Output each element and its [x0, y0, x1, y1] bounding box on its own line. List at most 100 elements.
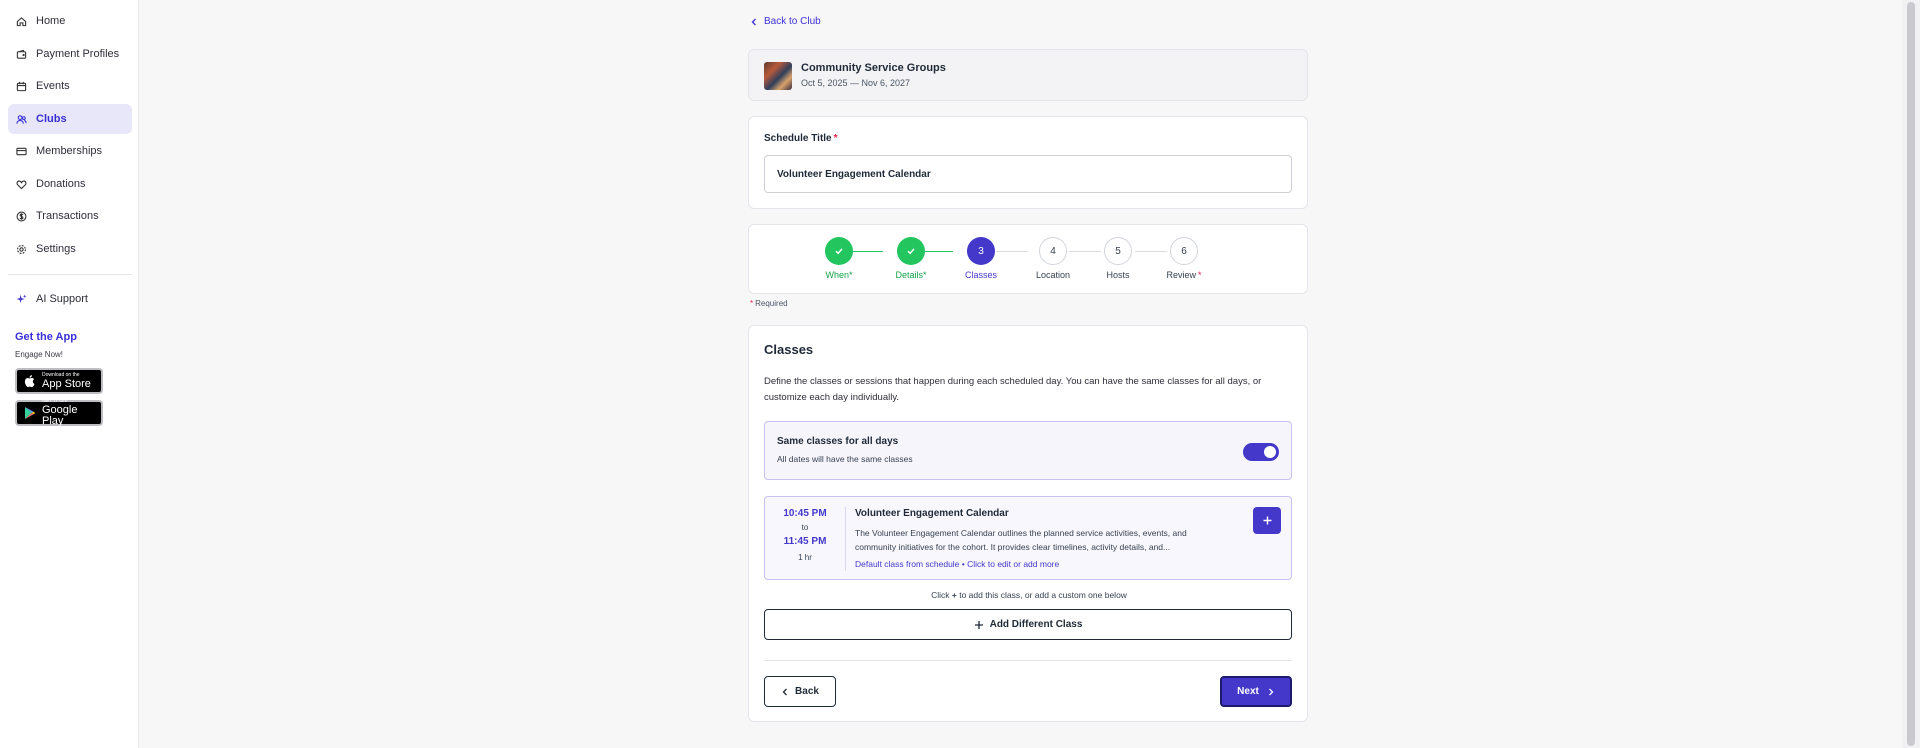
section-divider: [764, 660, 1292, 661]
app-store-small-text: Download on the: [42, 371, 80, 378]
sidebar-divider: [8, 274, 132, 275]
get-app-subtitle: Engage Now!: [15, 350, 64, 359]
chevron-right-icon: [1268, 688, 1274, 695]
classes-description: Define the classes or sessions that happ…: [764, 376, 1262, 403]
google-play-big-text: Google Play: [42, 404, 78, 427]
sidebar-item-home[interactable]: Home: [8, 6, 132, 36]
step-location[interactable]: 4 Location: [1023, 237, 1083, 280]
schedule-title-input[interactable]: Volunteer Engagement Calendar: [764, 155, 1292, 193]
step-label: Classes: [964, 270, 997, 280]
ai-support-label: AI Support: [36, 293, 88, 305]
class-duration: 1 hr: [798, 553, 812, 562]
sidebar-item-label: Settings: [36, 243, 76, 255]
users-icon: [16, 114, 27, 125]
step-label: Hosts: [1106, 270, 1130, 280]
apple-icon: [23, 374, 37, 388]
step-label: Details*: [895, 270, 927, 280]
app-store-big-text: App Store: [42, 377, 91, 390]
add-class-hint: Click + to add this class, or add a cust…: [931, 590, 1127, 600]
step-details[interactable]: Details*: [881, 237, 941, 280]
add-different-class-button[interactable]: Add Different Class: [764, 609, 1292, 640]
check-icon: [897, 237, 925, 265]
sidebar-item-label: Home: [36, 15, 66, 27]
toggle-knob: [1264, 446, 1276, 458]
wallet-icon: [16, 49, 27, 60]
step-number: 6: [1170, 237, 1198, 265]
class-end-time: 11:45 PM: [783, 536, 827, 547]
chevron-left-icon: [751, 18, 756, 25]
next-button[interactable]: Next: [1220, 676, 1292, 707]
sidebar-item-events[interactable]: Events: [8, 71, 132, 101]
class-divider: [845, 507, 846, 571]
sidebar: Home Payment Profiles Events Clubs Membe…: [0, 0, 139, 748]
step-when[interactable]: When*: [809, 237, 869, 280]
sidebar-item-memberships[interactable]: Memberships: [8, 136, 132, 166]
same-classes-subtitle: All dates will have the same classes: [777, 454, 913, 464]
sidebar-item-label: Donations: [36, 178, 86, 190]
sidebar-item-label: Clubs: [36, 113, 67, 125]
home-icon: [16, 16, 27, 27]
next-label: Next: [1237, 686, 1259, 697]
step-review[interactable]: 6 Review *: [1154, 237, 1214, 280]
class-item[interactable]: 10:45 PM to 11:45 PM 1 hr Volunteer Enga…: [764, 496, 1292, 580]
step-hosts[interactable]: 5 Hosts: [1088, 237, 1148, 280]
plus-icon: [1263, 516, 1271, 525]
sidebar-item-settings[interactable]: Settings: [8, 234, 132, 264]
add-different-class-label: Add Different Class: [989, 619, 1083, 630]
step-classes[interactable]: 3 Classes: [951, 237, 1011, 280]
back-to-club-link[interactable]: Back to Club: [750, 16, 821, 27]
sidebar-item-payment-profiles[interactable]: Payment Profiles: [8, 39, 132, 69]
classes-section: Classes Define the classes or sessions t…: [748, 325, 1308, 722]
class-time-separator: to: [801, 523, 809, 532]
step-label: When*: [825, 270, 853, 280]
gear-icon: [16, 244, 27, 255]
step-progress: When* Details* 3 Classes 4 Location 5 Ho…: [748, 224, 1308, 294]
same-classes-toggle[interactable]: [1243, 443, 1279, 461]
class-name: Volunteer Engagement Calendar: [855, 508, 1009, 519]
club-thumbnail: [764, 62, 792, 90]
get-app-title: Get the App: [15, 331, 77, 343]
page-scrollbar[interactable]: [1902, 0, 1920, 748]
schedule-title-label: Schedule Title *: [764, 133, 838, 144]
same-classes-option: Same classes for all days All dates will…: [764, 421, 1292, 480]
class-edit-link[interactable]: Default class from schedule • Click to e…: [855, 559, 1059, 569]
check-icon: [825, 237, 853, 265]
club-dates: Oct 5, 2025 — Nov 6, 2027: [801, 78, 911, 88]
sidebar-item-clubs[interactable]: Clubs: [8, 104, 132, 134]
class-description: The Volunteer Engagement Calendar outlin…: [855, 528, 1187, 552]
sidebar-item-label: Memberships: [36, 145, 103, 157]
required-note: * Required: [750, 299, 788, 308]
dollar-icon: [16, 211, 27, 222]
classes-title: Classes: [764, 342, 814, 357]
same-classes-title: Same classes for all days: [777, 436, 899, 447]
club-name: Community Service Groups: [801, 62, 946, 74]
google-play-badge[interactable]: GET IT ON Google Play: [15, 399, 103, 427]
plus-icon: [974, 620, 983, 629]
step-number: 5: [1104, 237, 1132, 265]
sparkle-icon: [16, 293, 27, 305]
ai-support-link[interactable]: AI Support: [16, 293, 88, 305]
schedule-title-card: Schedule Title * Volunteer Engagement Cal…: [748, 116, 1308, 209]
sidebar-item-label: Transactions: [36, 210, 99, 222]
sidebar-item-transactions[interactable]: Transactions: [8, 201, 132, 231]
app-store-badge[interactable]: Download on the App Store: [15, 368, 103, 394]
class-start-time: 10:45 PM: [783, 508, 827, 519]
card-icon: [16, 146, 27, 157]
class-time: 10:45 PM to 11:45 PM 1 hr: [775, 507, 835, 565]
back-label: Back: [795, 686, 819, 697]
calendar-icon: [16, 81, 27, 92]
heart-icon: [16, 179, 27, 190]
back-button[interactable]: Back: [764, 676, 836, 707]
club-summary-card: Community Service Groups Oct 5, 2025 — N…: [748, 49, 1308, 101]
scrollbar-thumb[interactable]: [1907, 2, 1915, 746]
sidebar-item-label: Events: [36, 80, 70, 92]
step-label: Location: [1035, 270, 1071, 280]
back-to-club-label: Back to Club: [764, 16, 821, 27]
add-class-button[interactable]: [1253, 507, 1281, 534]
google-play-icon: [23, 406, 37, 420]
step-number: 3: [967, 237, 995, 265]
sidebar-item-donations[interactable]: Donations: [8, 169, 132, 199]
required-asterisk: *: [833, 133, 838, 144]
step-label: Review *: [1166, 270, 1202, 280]
chevron-left-icon: [782, 688, 788, 695]
